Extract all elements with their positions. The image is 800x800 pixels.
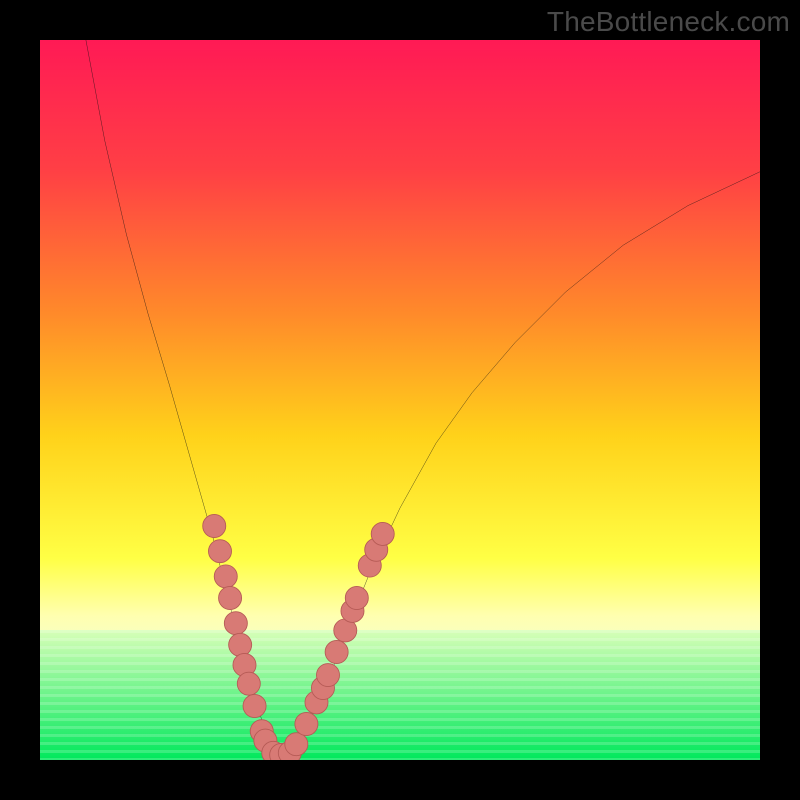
data-dot [295,712,318,735]
curve-svg [40,40,760,760]
plot-area [40,40,760,760]
data-dot [224,612,247,635]
data-dot [243,694,266,717]
chart-stage: TheBottleneck.com [0,0,800,800]
data-dot [219,586,242,609]
data-dot [208,540,231,563]
data-dot [316,664,339,687]
data-dot [229,633,252,656]
data-dot [371,522,394,545]
data-dot [237,672,260,695]
data-dot [285,733,308,756]
watermark-text: TheBottleneck.com [547,6,790,38]
data-dot [214,565,237,588]
data-dot [345,586,368,609]
data-dot [203,514,226,537]
data-dot [325,640,348,663]
curve-path [83,40,760,754]
